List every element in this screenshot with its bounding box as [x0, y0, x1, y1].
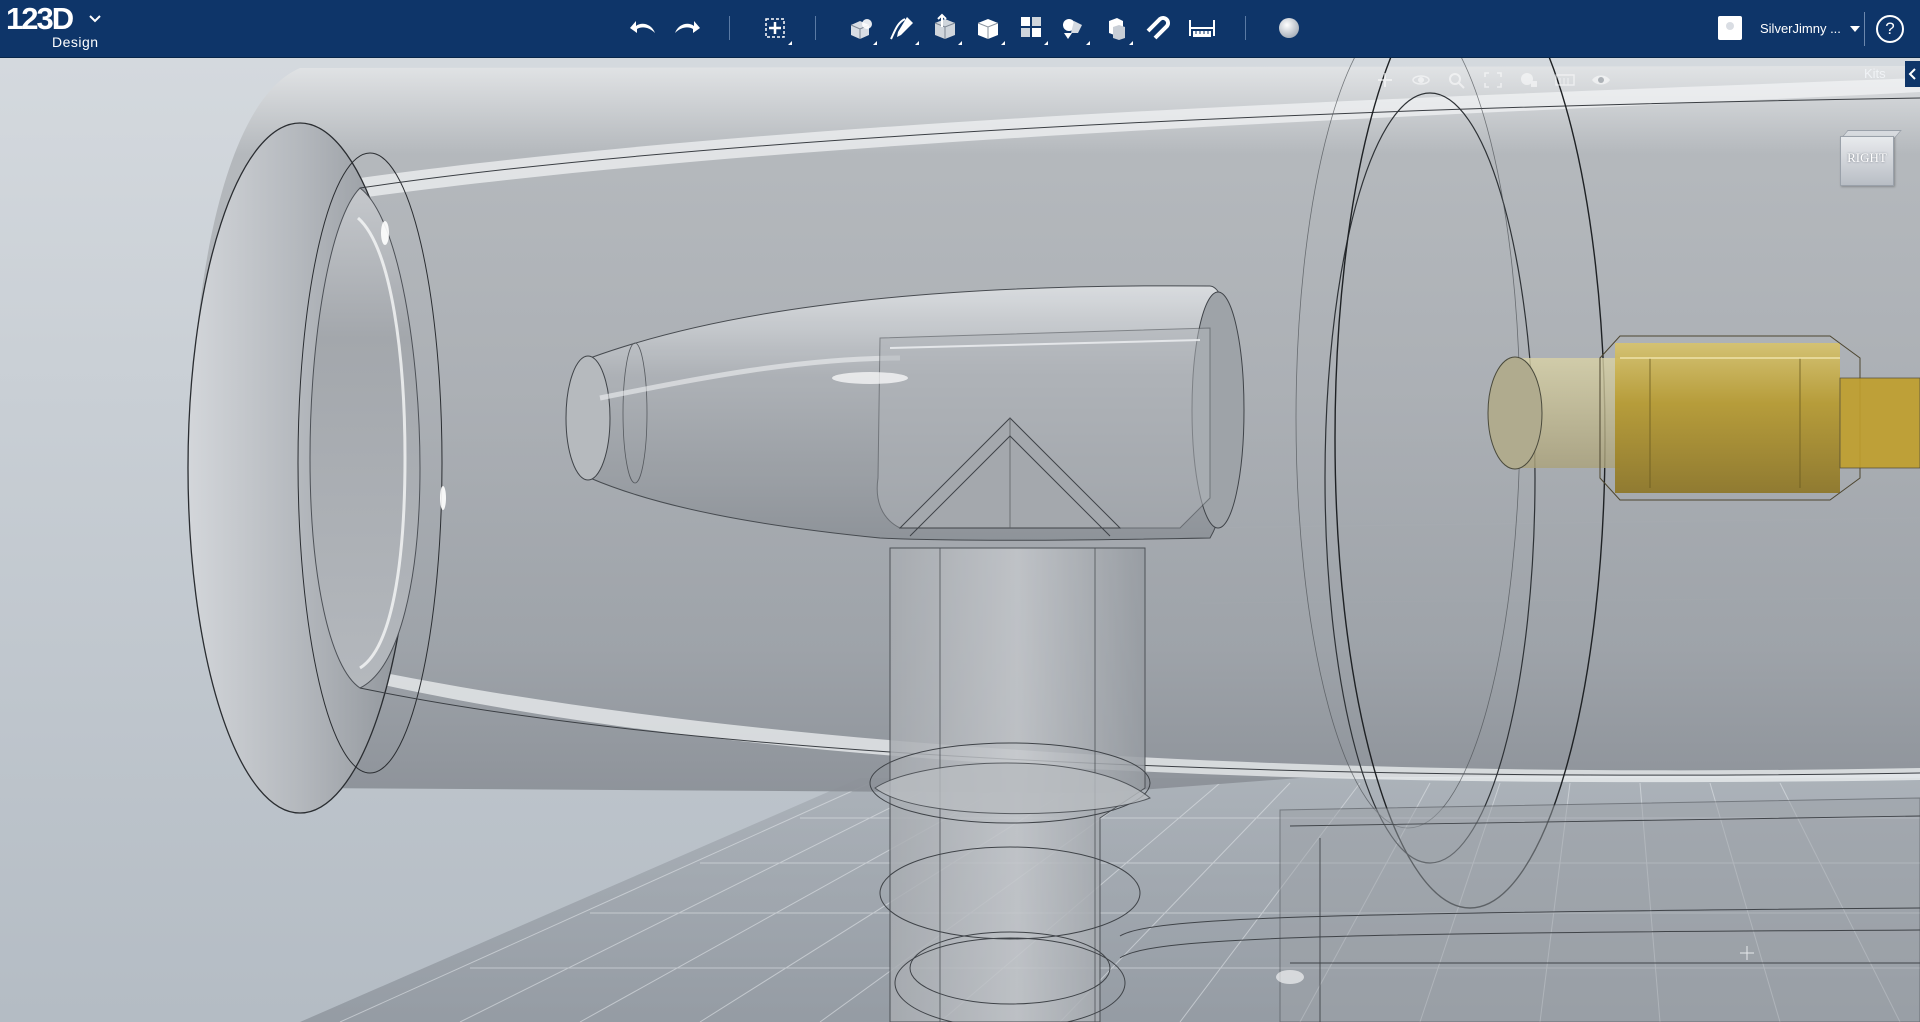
combine-button[interactable]: [1096, 8, 1136, 48]
toolbar-separator: [729, 16, 730, 40]
chevron-left-icon: [1908, 68, 1916, 80]
view-cube[interactable]: RIGHT: [1838, 130, 1902, 186]
fit-button[interactable]: [1480, 70, 1506, 90]
view-options-icon: [1521, 73, 1537, 87]
logo-text: 123D: [6, 1, 74, 36]
navigation-toolbar: [1372, 70, 1614, 90]
undo-arrow-icon: [630, 21, 655, 33]
logo-subtitle: Design: [52, 34, 99, 50]
units-icon: [1555, 74, 1575, 86]
grouping-button[interactable]: [1053, 8, 1093, 48]
snap-button[interactable]: [1139, 8, 1179, 48]
grouping-icon: [1063, 19, 1082, 39]
orbit-button[interactable]: [1408, 70, 1434, 90]
pattern-button[interactable]: [1011, 8, 1051, 48]
toolbar-separator: [1864, 12, 1865, 46]
material-button[interactable]: [1269, 8, 1309, 48]
zoom-button[interactable]: [1444, 70, 1470, 90]
modify-cube-icon: [977, 19, 999, 39]
pan-icon: [1378, 73, 1392, 87]
crosshair-cursor-icon: [1740, 946, 1754, 960]
transform-button[interactable]: [755, 8, 795, 48]
construct-icon: [934, 13, 956, 39]
snap-magnet-icon: [1146, 16, 1170, 40]
measure-button[interactable]: [1182, 8, 1222, 48]
user-menu-caret-icon[interactable]: [1850, 26, 1860, 32]
measure-ruler-icon: [1189, 20, 1215, 37]
primitives-box-icon: [850, 19, 872, 39]
kits-panel-toggle[interactable]: [1905, 61, 1920, 87]
toolbar-separator: [1245, 16, 1246, 40]
undo-button[interactable]: [624, 8, 664, 48]
view-options-button[interactable]: [1516, 70, 1542, 90]
combine-icon: [1109, 18, 1125, 40]
chevron-down-icon: [89, 15, 101, 23]
orbit-icon: [1412, 75, 1430, 85]
transform-icon: [765, 18, 785, 38]
visibility-eye-icon: [1592, 75, 1610, 85]
app-menu-logo[interactable]: 123D Design: [6, 1, 101, 50]
sketch-pencil-icon: [890, 17, 913, 40]
pattern-grid-icon: [1021, 17, 1041, 37]
view-cube-face-label: RIGHT: [1847, 150, 1887, 165]
user-avatar[interactable]: [1718, 16, 1742, 40]
help-button[interactable]: ?: [1876, 15, 1904, 43]
redo-button[interactable]: [666, 8, 706, 48]
material-sphere-icon: [1279, 18, 1299, 38]
3d-viewport[interactable]: Kits RIGHT: [0, 58, 1920, 1022]
3d-scene-canvas[interactable]: [0, 58, 1920, 1022]
kits-label[interactable]: Kits: [1864, 66, 1886, 81]
pan-button[interactable]: [1372, 70, 1398, 90]
top-toolbar: 123D Design SilverJimny ... ?: [0, 0, 1920, 58]
redo-arrow-icon: [675, 21, 700, 33]
construct-button[interactable]: [925, 8, 965, 48]
visibility-button[interactable]: [1588, 70, 1614, 90]
sketch-button[interactable]: [882, 8, 922, 48]
primitives-button[interactable]: [840, 8, 880, 48]
units-button[interactable]: [1552, 70, 1578, 90]
zoom-icon: [1449, 73, 1465, 89]
toolbar-separator: [815, 16, 816, 40]
fit-icon: [1484, 72, 1502, 88]
modify-button[interactable]: [968, 8, 1008, 48]
user-name[interactable]: SilverJimny ...: [1760, 21, 1841, 36]
